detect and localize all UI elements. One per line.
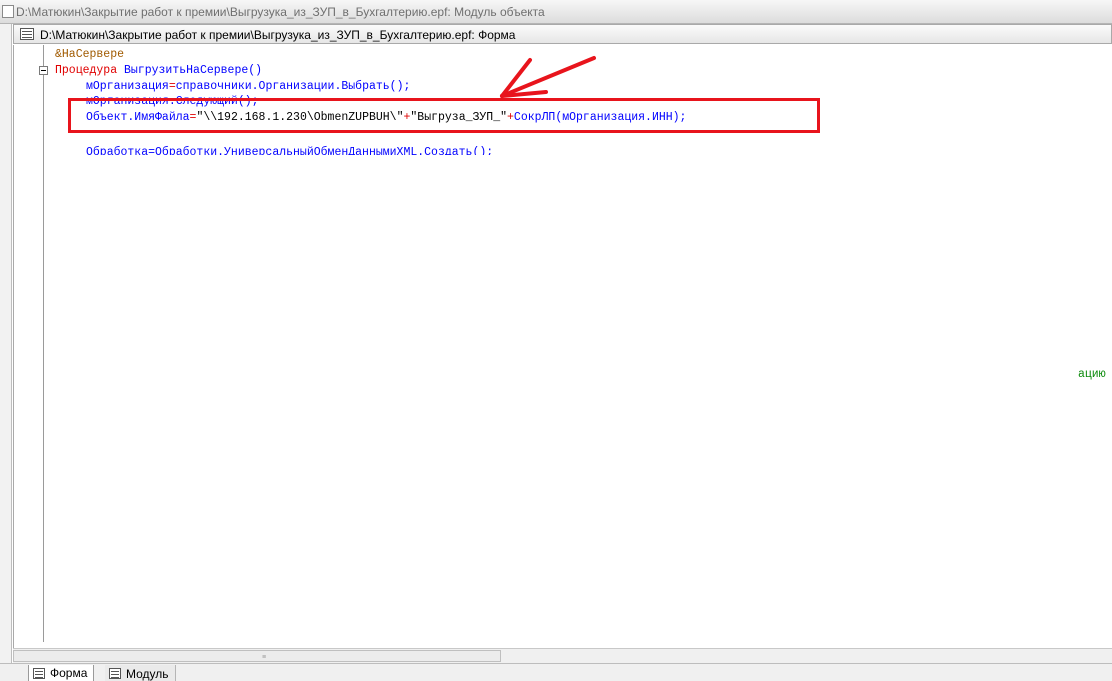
scrollbar-thumb[interactable]: ≡ <box>13 650 501 662</box>
tab-module[interactable]: Модуль <box>105 665 176 681</box>
tab-form-label: Форма <box>50 666 88 680</box>
scrollbar-grip-icon: ≡ <box>262 654 267 661</box>
module-icon <box>109 668 121 679</box>
offscreen-code-fragment: ацию <box>1078 368 1106 381</box>
tab-module-label: Модуль <box>126 666 169 681</box>
form-icon <box>33 667 45 679</box>
bottom-tabs: Форма Модуль <box>0 663 1112 681</box>
red-arrow-annotation <box>500 56 596 98</box>
horizontal-scrollbar[interactable]: ≡ <box>13 648 1112 663</box>
tab-form[interactable]: Форма <box>28 665 95 681</box>
